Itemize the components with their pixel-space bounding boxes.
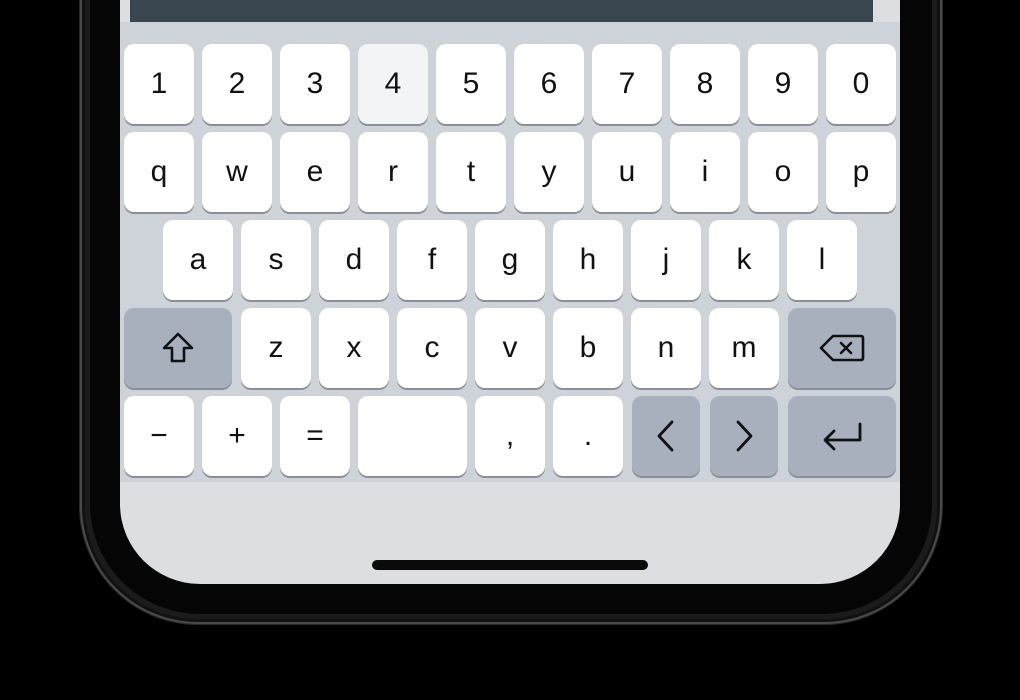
key-9[interactable]: 9 [748,44,818,124]
key-1[interactable]: 1 [124,44,194,124]
key-j[interactable]: j [631,220,701,300]
key-3[interactable]: 3 [280,44,350,124]
key-2[interactable]: 2 [202,44,272,124]
home-indicator[interactable] [372,560,648,570]
shift-key[interactable] [124,308,232,388]
key-s[interactable]: s [241,220,311,300]
key-x[interactable]: x [319,308,389,388]
key-w[interactable]: w [202,132,272,212]
key-n[interactable]: n [631,308,701,388]
key-8[interactable]: 8 [670,44,740,124]
key-g[interactable]: g [475,220,545,300]
key-e[interactable]: e [280,132,350,212]
return-key[interactable] [788,396,896,476]
key-comma[interactable]: , [475,396,545,476]
key-k[interactable]: k [709,220,779,300]
key-m[interactable]: m [709,308,779,388]
key-l[interactable]: l [787,220,857,300]
chevron-left-icon [657,420,674,452]
phone-screen: 1 2 3 4 5 6 7 8 9 0 q w e r t y u i o p … [120,0,900,584]
key-q[interactable]: q [124,132,194,212]
backspace-key[interactable] [788,308,896,388]
key-a[interactable]: a [163,220,233,300]
key-v[interactable]: v [475,308,545,388]
key-z[interactable]: z [241,308,311,388]
device-scene: 1 2 3 4 5 6 7 8 9 0 q w e r t y u i o p … [0,0,1020,700]
shift-icon [162,332,194,363]
key-h[interactable]: h [553,220,623,300]
key-b[interactable]: b [553,308,623,388]
key-u[interactable]: u [592,132,662,212]
key-6[interactable]: 6 [514,44,584,124]
backspace-icon [819,334,865,362]
key-5[interactable]: 5 [436,44,506,124]
key-minus[interactable]: − [124,396,194,476]
key-r[interactable]: r [358,132,428,212]
key-0[interactable]: 0 [826,44,896,124]
key-plus[interactable]: + [202,396,272,476]
chevron-right-icon [736,420,753,452]
key-f[interactable]: f [397,220,467,300]
key-c[interactable]: c [397,308,467,388]
key-t[interactable]: t [436,132,506,212]
key-o[interactable]: o [748,132,818,212]
return-icon [823,422,862,451]
space-key[interactable] [358,396,467,476]
on-screen-keyboard: 1 2 3 4 5 6 7 8 9 0 q w e r t y u i o p … [120,22,900,482]
key-7[interactable]: 7 [592,44,662,124]
key-equals[interactable]: = [280,396,350,476]
key-i[interactable]: i [670,132,740,212]
cursor-right-key[interactable] [710,396,778,476]
key-d[interactable]: d [319,220,389,300]
cursor-left-key[interactable] [632,396,700,476]
text-field-edge [130,0,873,22]
key-y[interactable]: y [514,132,584,212]
key-p[interactable]: p [826,132,896,212]
key-period[interactable]: . [553,396,623,476]
key-4[interactable]: 4 [358,44,428,124]
